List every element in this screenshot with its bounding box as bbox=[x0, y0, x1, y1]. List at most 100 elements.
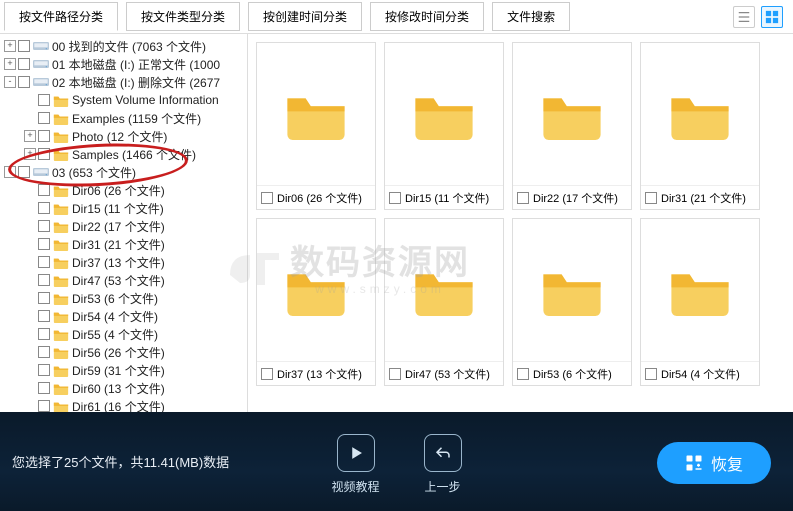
tree-checkbox[interactable] bbox=[38, 94, 50, 106]
grid-cell[interactable]: Dir54 (4 个文件) bbox=[640, 218, 760, 386]
tree-expander[interactable]: + bbox=[4, 40, 16, 52]
tree-checkbox[interactable] bbox=[18, 40, 30, 52]
tree-row[interactable]: System Volume Information bbox=[0, 91, 247, 109]
list-view-button[interactable] bbox=[733, 6, 755, 28]
tree-checkbox[interactable] bbox=[38, 400, 50, 412]
file-tree[interactable]: +00 找到的文件 (7063 个文件)+01 本地磁盘 (I:) 正常文件 (… bbox=[0, 34, 248, 412]
tree-row[interactable]: Dir37 (13 个文件) bbox=[0, 253, 247, 271]
video-tutorial-button[interactable]: 视频教程 bbox=[331, 434, 379, 495]
grid-cell[interactable]: Dir47 (53 个文件) bbox=[384, 218, 504, 386]
grid-checkbox[interactable] bbox=[645, 192, 657, 204]
recover-button[interactable]: 恢复 bbox=[657, 442, 771, 484]
grid-checkbox[interactable] bbox=[389, 368, 401, 380]
tree-expander[interactable]: + bbox=[4, 58, 16, 70]
tree-row[interactable]: +Samples (1466 个文件) bbox=[0, 145, 247, 163]
grid-caption: Dir31 (21 个文件) bbox=[641, 185, 759, 209]
tree-label: 03 (653 个文件) bbox=[52, 164, 136, 181]
tree-row[interactable]: Dir31 (21 个文件) bbox=[0, 235, 247, 253]
tree-row[interactable]: Dir61 (16 个文件) bbox=[0, 397, 247, 412]
grid-cell[interactable]: Dir06 (26 个文件) bbox=[256, 42, 376, 210]
tree-expander[interactable]: + bbox=[24, 148, 36, 160]
tree-expander[interactable]: - bbox=[4, 76, 16, 88]
tree-expander[interactable]: + bbox=[24, 130, 36, 142]
tab-4[interactable]: 文件搜索 bbox=[492, 2, 570, 31]
grid-checkbox[interactable] bbox=[261, 192, 273, 204]
tree-row[interactable]: Dir53 (6 个文件) bbox=[0, 289, 247, 307]
grid-label: Dir37 (13 个文件) bbox=[277, 366, 362, 382]
tree-checkbox[interactable] bbox=[38, 274, 50, 286]
tree-checkbox[interactable] bbox=[38, 292, 50, 304]
folder-icon bbox=[53, 147, 69, 161]
tree-checkbox[interactable] bbox=[38, 238, 50, 250]
tree-checkbox[interactable] bbox=[38, 382, 50, 394]
tree-checkbox[interactable] bbox=[18, 58, 30, 70]
tree-row[interactable]: Dir56 (26 个文件) bbox=[0, 343, 247, 361]
tree-checkbox[interactable] bbox=[38, 184, 50, 196]
grid-checkbox[interactable] bbox=[261, 368, 273, 380]
grid-caption: Dir37 (13 个文件) bbox=[257, 361, 375, 385]
grid-checkbox[interactable] bbox=[645, 368, 657, 380]
grid-label: Dir47 (53 个文件) bbox=[405, 366, 490, 382]
grid-checkbox[interactable] bbox=[517, 192, 529, 204]
tree-row[interactable]: Dir60 (13 个文件) bbox=[0, 379, 247, 397]
grid-label: Dir22 (17 个文件) bbox=[533, 190, 618, 206]
tree-checkbox[interactable] bbox=[38, 112, 50, 124]
tree-checkbox[interactable] bbox=[38, 310, 50, 322]
folder-icon bbox=[53, 255, 69, 269]
tree-checkbox[interactable] bbox=[38, 346, 50, 358]
video-tutorial-label: 视频教程 bbox=[331, 478, 379, 495]
grid-caption: Dir47 (53 个文件) bbox=[385, 361, 503, 385]
tab-2[interactable]: 按创建时间分类 bbox=[248, 2, 362, 31]
grid-checkbox[interactable] bbox=[389, 192, 401, 204]
tree-row[interactable]: Dir47 (53 个文件) bbox=[0, 271, 247, 289]
tree-label: Photo (12 个文件) bbox=[72, 128, 167, 145]
tree-row[interactable]: Dir59 (31 个文件) bbox=[0, 361, 247, 379]
grid-cell[interactable]: Dir31 (21 个文件) bbox=[640, 42, 760, 210]
folder-icon bbox=[53, 399, 69, 412]
tab-3[interactable]: 按修改时间分类 bbox=[370, 2, 484, 31]
tree-row[interactable]: Dir55 (4 个文件) bbox=[0, 325, 247, 343]
tree-row[interactable]: + Photo (12 个文件) bbox=[0, 127, 247, 145]
tree-label: Dir22 (17 个文件) bbox=[72, 218, 165, 235]
folder-icon bbox=[53, 381, 69, 395]
tree-checkbox[interactable] bbox=[18, 76, 30, 88]
folder-icon bbox=[53, 183, 69, 197]
drive-icon bbox=[33, 39, 49, 53]
tree-label: Dir59 (31 个文件) bbox=[72, 362, 165, 379]
previous-step-button[interactable]: 上一步 bbox=[424, 434, 462, 495]
tree-row[interactable]: +01 本地磁盘 (I:) 正常文件 (1000 bbox=[0, 55, 247, 73]
tree-checkbox[interactable] bbox=[38, 202, 50, 214]
folder-thumb bbox=[513, 43, 631, 185]
grid-caption: Dir15 (11 个文件) bbox=[385, 185, 503, 209]
grid-cell[interactable]: Dir22 (17 个文件) bbox=[512, 42, 632, 210]
tree-checkbox[interactable] bbox=[38, 220, 50, 232]
tree-row[interactable]: Dir06 (26 个文件) bbox=[0, 181, 247, 199]
tab-0[interactable]: 按文件路径分类 bbox=[4, 2, 118, 31]
grid-cell[interactable]: Dir53 (6 个文件) bbox=[512, 218, 632, 386]
tree-label: Dir60 (13 个文件) bbox=[72, 380, 165, 397]
tree-row[interactable]: - 03 (653 个文件) bbox=[0, 163, 247, 181]
tree-label: 01 本地磁盘 (I:) 正常文件 (1000 bbox=[52, 56, 220, 73]
tree-checkbox[interactable] bbox=[18, 166, 30, 178]
tree-expander[interactable]: - bbox=[4, 166, 16, 178]
grid-cell[interactable]: Dir37 (13 个文件) bbox=[256, 218, 376, 386]
grid-caption: Dir53 (6 个文件) bbox=[513, 361, 631, 385]
tree-checkbox[interactable] bbox=[38, 364, 50, 376]
tree-row[interactable]: Dir54 (4 个文件) bbox=[0, 307, 247, 325]
tree-row[interactable]: Dir15 (11 个文件) bbox=[0, 199, 247, 217]
grid-view-button[interactable] bbox=[761, 6, 783, 28]
tree-row[interactable]: +00 找到的文件 (7063 个文件) bbox=[0, 37, 247, 55]
tree-checkbox[interactable] bbox=[38, 256, 50, 268]
tree-checkbox[interactable] bbox=[38, 130, 50, 142]
tree-row[interactable]: Dir22 (17 个文件) bbox=[0, 217, 247, 235]
grid-cell[interactable]: Dir15 (11 个文件) bbox=[384, 42, 504, 210]
folder-icon bbox=[53, 237, 69, 251]
tree-label: Dir37 (13 个文件) bbox=[72, 254, 165, 271]
tree-checkbox[interactable] bbox=[38, 328, 50, 340]
grid-checkbox[interactable] bbox=[517, 368, 529, 380]
grid-caption: Dir06 (26 个文件) bbox=[257, 185, 375, 209]
tree-row[interactable]: -02 本地磁盘 (I:) 删除文件 (2677 bbox=[0, 73, 247, 91]
tree-row[interactable]: Examples (1159 个文件) bbox=[0, 109, 247, 127]
tab-1[interactable]: 按文件类型分类 bbox=[126, 2, 240, 31]
tree-checkbox[interactable] bbox=[38, 148, 50, 160]
